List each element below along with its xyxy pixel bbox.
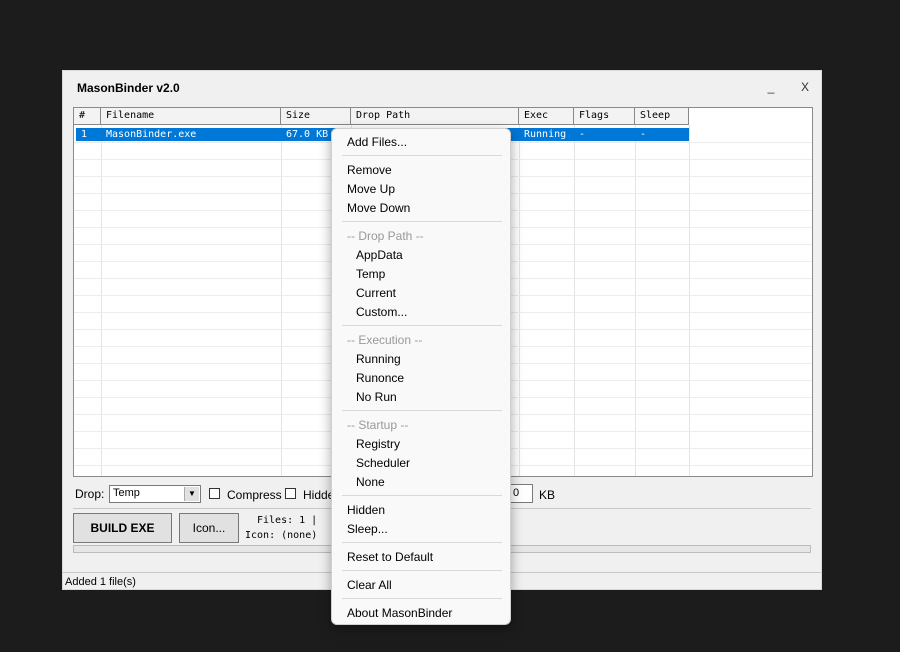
menu-item-scheduler[interactable]: Scheduler: [356, 456, 410, 470]
menu-item-sleep[interactable]: Sleep...: [347, 522, 388, 536]
column-header-drop-path[interactable]: Drop Path: [351, 108, 519, 125]
grid-line: [101, 125, 102, 476]
menu-header-execution: -- Execution --: [347, 333, 423, 347]
compress-checkbox[interactable]: [209, 488, 220, 499]
close-button[interactable]: X: [795, 80, 815, 94]
column-header-size[interactable]: Size: [281, 108, 351, 125]
grid-line: [635, 125, 636, 476]
menu-item-current[interactable]: Current: [356, 286, 396, 300]
menu-item-custom[interactable]: Custom...: [356, 305, 407, 319]
column-header-exec[interactable]: Exec: [519, 108, 574, 125]
chevron-down-icon[interactable]: ▼: [184, 487, 199, 501]
menu-separator: [342, 570, 502, 571]
column-header-sleep[interactable]: Sleep: [635, 108, 689, 125]
menu-item-remove[interactable]: Remove: [347, 163, 392, 177]
minimize-button[interactable]: _: [761, 80, 781, 94]
size-input[interactable]: 0: [509, 484, 533, 503]
status-text: Added 1 file(s): [65, 576, 136, 588]
size-unit-label: KB: [539, 488, 556, 502]
menu-separator: [342, 155, 502, 156]
grid-line: [689, 125, 690, 476]
files-count-info: Files: 1 |: [257, 515, 318, 526]
column-header-num[interactable]: #: [74, 108, 101, 125]
menu-item-runonce[interactable]: Runonce: [356, 371, 404, 385]
cell-flags[interactable]: -: [574, 128, 635, 141]
cell-sleep[interactable]: -: [635, 128, 689, 141]
menu-header-startup: -- Startup --: [347, 418, 409, 432]
title-bar[interactable]: MasonBinder v2.0 _ X: [63, 71, 821, 104]
cell-num[interactable]: 1: [76, 128, 101, 141]
hidden-checkbox[interactable]: [285, 488, 296, 499]
menu-item-registry[interactable]: Registry: [356, 437, 400, 451]
compress-label: Compress: [227, 488, 282, 502]
menu-separator: [342, 325, 502, 326]
menu-item-clear-all[interactable]: Clear All: [347, 578, 392, 592]
icon-button[interactable]: Icon...: [179, 513, 239, 543]
icon-info: Icon: (none): [245, 530, 318, 541]
menu-separator: [342, 410, 502, 411]
hidden-label: Hidde: [303, 488, 335, 502]
build-exe-button[interactable]: BUILD EXE: [73, 513, 172, 543]
grid-line: [519, 125, 520, 476]
grid-line: [281, 125, 282, 476]
menu-item-temp[interactable]: Temp: [356, 267, 385, 281]
menu-item-move-up[interactable]: Move Up: [347, 182, 395, 196]
menu-item-add-files[interactable]: Add Files...: [347, 135, 407, 149]
drop-path-select[interactable]: Temp ▼: [109, 485, 201, 503]
grid-line: [574, 125, 575, 476]
menu-separator: [342, 221, 502, 222]
menu-separator: [342, 495, 502, 496]
drop-label: Drop:: [75, 487, 105, 501]
menu-item-no-run[interactable]: No Run: [356, 390, 397, 404]
menu-item-reset[interactable]: Reset to Default: [347, 550, 433, 564]
menu-item-move-down[interactable]: Move Down: [347, 201, 410, 215]
menu-header-drop-path: -- Drop Path --: [347, 229, 424, 243]
menu-item-hidden[interactable]: Hidden: [347, 503, 385, 517]
column-header-flags[interactable]: Flags: [574, 108, 635, 125]
menu-separator: [342, 542, 502, 543]
menu-separator: [342, 598, 502, 599]
column-header-filename[interactable]: Filename: [101, 108, 281, 125]
menu-item-appdata[interactable]: AppData: [356, 248, 403, 262]
menu-item-running[interactable]: Running: [356, 352, 401, 366]
menu-item-about[interactable]: About MasonBinder: [347, 606, 452, 620]
context-menu: Add Files... Remove Move Up Move Down --…: [331, 128, 511, 625]
cell-filename[interactable]: MasonBinder.exe: [101, 128, 281, 141]
menu-item-none[interactable]: None: [356, 475, 385, 489]
cell-exec[interactable]: Running: [519, 128, 574, 141]
drop-path-value: Temp: [113, 487, 140, 499]
window-title: MasonBinder v2.0: [77, 81, 180, 95]
